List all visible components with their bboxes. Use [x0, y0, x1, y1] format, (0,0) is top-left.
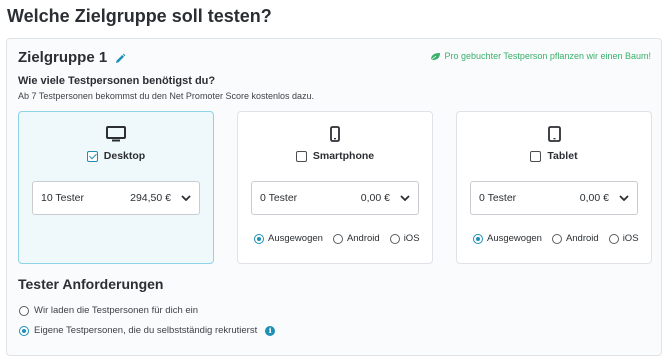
target-group-panel: Zielgruppe 1 Pro gebuchter Testperson pf… [6, 38, 662, 356]
pencil-icon[interactable] [114, 52, 126, 64]
chevron-down-icon [400, 192, 410, 204]
radio-label: Android [346, 233, 380, 244]
radio-button[interactable] [551, 233, 562, 244]
tablet-os-radios: Ausgewogen Android iOS [473, 233, 651, 244]
smartphone-check-row: Smartphone [238, 150, 432, 162]
radio-label: iOS [403, 233, 420, 244]
desktop-checkbox[interactable] [86, 150, 98, 162]
chevron-down-icon [619, 192, 629, 204]
smartphone-os-ios[interactable]: iOS [389, 233, 420, 244]
radio-button[interactable] [608, 233, 619, 244]
radio-button[interactable] [19, 325, 29, 336]
smartphone-label: Smartphone [312, 150, 375, 162]
radio-label: Ausgewogen [268, 233, 323, 244]
radio-button[interactable] [332, 233, 343, 244]
leaf-icon [430, 52, 441, 61]
device-card-smartphone[interactable]: Smartphone 0 Tester 0,00 € Ausgewogen An… [237, 111, 433, 264]
tree-note-text: Pro gebuchter Testperson pflanzen wir ei… [444, 51, 651, 61]
radio-button[interactable] [473, 233, 483, 244]
monitor-icon [19, 126, 213, 142]
smartphone-checkbox[interactable] [295, 150, 307, 162]
tablet-price: 0,00 € [579, 192, 609, 204]
desktop-tester-count: 10 Tester [41, 192, 84, 204]
tablet-tester-select[interactable]: 0 Tester 0,00 € [470, 181, 638, 215]
requirement-option-invite[interactable]: Wir laden die Testpersonen für dich ein [19, 305, 198, 316]
radio-label: Ausgewogen [487, 233, 542, 244]
smartphone-price: 0,00 € [360, 192, 390, 204]
tablet-icon [457, 126, 651, 142]
tablet-tester-count: 0 Tester [479, 192, 517, 204]
requirement-option-label: Eigene Testpersonen, die du selbstständi… [34, 325, 258, 336]
group-title: Zielgruppe 1 [18, 49, 108, 66]
radio-label: Android [565, 233, 599, 244]
smartphone-os-balanced[interactable]: Ausgewogen [254, 233, 323, 244]
radio-button[interactable] [254, 233, 264, 244]
desktop-label: Desktop [103, 150, 146, 162]
requirement-option-own-testers[interactable]: Eigene Testpersonen, die du selbstständi… [19, 325, 276, 336]
desktop-tester-select[interactable]: 10 Tester 294,50 € [32, 181, 200, 215]
requirements-title: Tester Anforderungen [18, 276, 164, 292]
nps-note: Ab 7 Testpersonen bekommst du den Net Pr… [18, 91, 314, 101]
page-title: Welche Zielgruppe soll testen? [7, 6, 272, 26]
device-card-desktop[interactable]: Desktop 10 Tester 294,50 € [18, 111, 214, 264]
info-icon[interactable]: i [265, 325, 276, 336]
tablet-os-ios[interactable]: iOS [608, 233, 639, 244]
chevron-down-icon [181, 192, 191, 204]
smartphone-tester-count: 0 Tester [260, 192, 298, 204]
smartphone-os-radios: Ausgewogen Android iOS [254, 233, 432, 244]
smartphone-icon [238, 126, 432, 142]
desktop-check-row: Desktop [19, 150, 213, 162]
tablet-checkbox[interactable] [530, 150, 542, 162]
device-card-tablet[interactable]: Tablet 0 Tester 0,00 € Ausgewogen Androi… [456, 111, 652, 264]
radio-button[interactable] [389, 233, 400, 244]
requirement-option-label: Wir laden die Testpersonen für dich ein [34, 305, 199, 316]
tester-count-question: Wie viele Testpersonen benötigst du? [18, 75, 216, 87]
tablet-os-android[interactable]: Android [551, 233, 599, 244]
radio-label: iOS [622, 233, 639, 244]
tablet-label: Tablet [547, 150, 578, 162]
tree-planting-note: Pro gebuchter Testperson pflanzen wir ei… [430, 51, 651, 61]
tablet-os-balanced[interactable]: Ausgewogen [473, 233, 542, 244]
group-title-row: Zielgruppe 1 [18, 49, 126, 66]
tablet-check-row: Tablet [457, 150, 651, 162]
smartphone-tester-select[interactable]: 0 Tester 0,00 € [251, 181, 419, 215]
desktop-price: 294,50 € [130, 192, 171, 204]
smartphone-os-android[interactable]: Android [332, 233, 380, 244]
radio-button[interactable] [19, 305, 29, 316]
